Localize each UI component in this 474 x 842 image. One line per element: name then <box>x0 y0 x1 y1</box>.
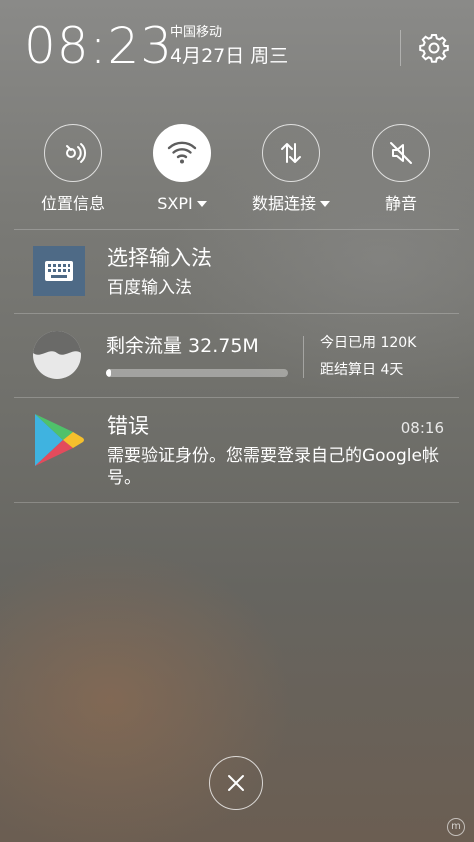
data-remaining: 剩余流量 32.75M <box>106 335 259 357</box>
google-play-icon <box>35 414 84 466</box>
gear-icon <box>419 34 449 63</box>
watermark-logo: m <box>447 818 465 836</box>
header-divider <box>400 30 401 66</box>
data-used-today: 今日已用 120K <box>320 335 417 351</box>
notification-title: 选择输入法 <box>107 246 212 270</box>
data-transfer-icon <box>281 143 301 163</box>
quick-toggles: 位置信息 SXPI 数据连接 静音 <box>0 124 474 220</box>
toggle-wifi[interactable]: SXPI <box>127 124 237 214</box>
toggle-mute[interactable]: 静音 <box>346 124 456 214</box>
keyboard-icon <box>45 261 73 281</box>
settings-button[interactable] <box>418 32 450 64</box>
notification-title: 错误 <box>107 414 149 438</box>
location-icon <box>66 143 87 163</box>
toggle-mobile-data[interactable]: 数据连接 <box>236 124 346 214</box>
divider <box>14 502 459 503</box>
toggle-location-label: 位置信息 <box>40 194 105 213</box>
close-icon <box>228 775 244 791</box>
chevron-down-icon[interactable] <box>196 201 207 207</box>
mute-icon <box>390 142 412 164</box>
status-header: 08:23 中国移动 4月27日 周三 <box>0 0 474 100</box>
toggle-location[interactable]: 位置信息 <box>18 124 128 214</box>
clock: 08:23 <box>24 17 174 75</box>
divider <box>14 313 459 314</box>
data-gauge-icon <box>33 331 81 379</box>
wifi-icon <box>167 141 197 164</box>
chevron-down-icon[interactable] <box>320 201 330 207</box>
notification-time: 08:16 <box>400 419 444 437</box>
notification-message: 需要验证身份。您需要登录自己的Google帐号。 <box>107 446 439 488</box>
toggle-wifi-label: SXPI <box>157 194 193 213</box>
carrier-name: 中国移动 <box>170 25 223 40</box>
keyboard-icon-tile <box>33 246 85 296</box>
toggle-mute-label: 静音 <box>384 194 417 213</box>
date: 4月27日 周三 <box>170 45 289 67</box>
data-progress-fill <box>106 369 112 377</box>
clear-notifications-button[interactable] <box>209 756 263 810</box>
days-to-billing: 距结算日 4天 <box>320 362 404 378</box>
divider <box>14 229 459 230</box>
divider <box>303 336 304 378</box>
divider <box>14 397 459 398</box>
data-progress-bar <box>106 369 288 377</box>
toggle-mobile-data-label: 数据连接 <box>251 194 316 213</box>
notification-subtitle: 百度输入法 <box>107 278 192 298</box>
